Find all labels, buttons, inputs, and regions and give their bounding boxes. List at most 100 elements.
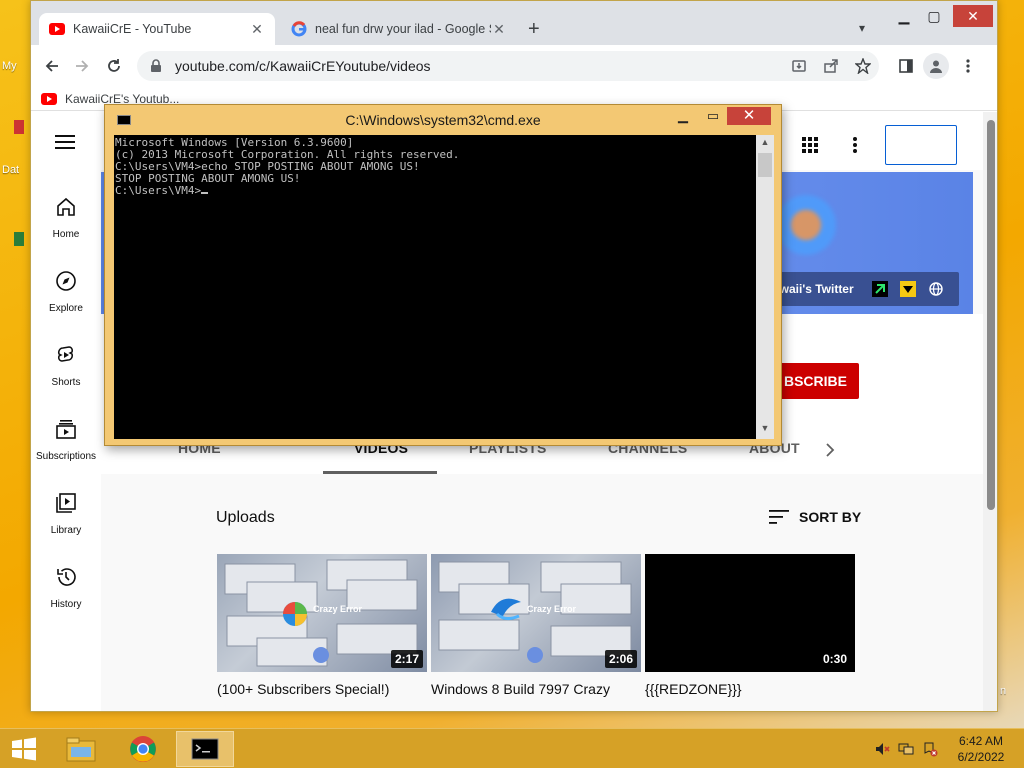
cmd-output: Microsoft Windows [Version 6.3.9600] (c) … — [115, 137, 459, 197]
cmd-taskbar-button[interactable] — [176, 731, 234, 767]
sidebar-item-library[interactable]: Library — [31, 492, 101, 538]
sidebar-item-label: Shorts — [51, 377, 81, 388]
cmd-taskbar-icon — [191, 738, 219, 760]
sign-in-button[interactable] — [885, 125, 957, 165]
chevron-right-icon[interactable] — [825, 442, 835, 458]
more-options-icon[interactable] — [851, 136, 859, 154]
tab-title: neal fun drw your ilad - Google S — [315, 22, 491, 36]
sidebar-item-history[interactable]: History — [31, 566, 101, 612]
cmd-minimize-button[interactable]: ▁ — [671, 107, 695, 125]
chrome-taskbar-button[interactable] — [118, 731, 168, 767]
cmd-prompt: C:\Users\VM4> — [115, 184, 202, 197]
profile-button[interactable] — [923, 53, 949, 79]
chrome-menu-button[interactable] — [955, 53, 981, 79]
maximize-button[interactable]: ▢ — [919, 5, 949, 27]
sidebar-item-label: Explore — [49, 303, 83, 314]
scroll-down-icon[interactable]: ▼ — [756, 423, 774, 433]
apps-grid-icon[interactable] — [801, 136, 819, 154]
start-button[interactable] — [4, 731, 44, 767]
side-panel-icon — [899, 59, 913, 73]
lock-icon — [151, 59, 161, 72]
banner-link-twitter[interactable]: awaii's Twitter — [773, 282, 854, 296]
home-icon — [57, 197, 75, 216]
scrollbar-thumb[interactable] — [987, 120, 995, 510]
youtube-favicon-icon — [41, 92, 57, 105]
desktop-icon[interactable] — [14, 232, 24, 246]
taskbar: 6:42 AM 6/2/2022 — [0, 728, 1024, 768]
kebab-menu-icon — [966, 59, 970, 73]
profile-icon — [930, 60, 942, 73]
active-tab-indicator — [323, 471, 437, 474]
address-text: youtube.com/c/KawaiiCrEYoutube/videos — [175, 58, 431, 74]
back-button[interactable] — [39, 53, 65, 79]
tab-youtube[interactable]: KawaiiCrE - YouTube ✕ — [39, 13, 275, 45]
sidebar-item-label: History — [50, 599, 82, 610]
cmd-maximize-button[interactable]: ▭ — [701, 107, 725, 125]
sidebar-item-label: Library — [50, 525, 82, 536]
network-icon[interactable] — [898, 741, 914, 757]
sidebar-item-home[interactable]: Home — [31, 196, 101, 242]
uploads-heading: Uploads — [216, 509, 275, 526]
file-explorer-button[interactable] — [58, 731, 104, 767]
desktop-icon-label[interactable]: Dat — [2, 164, 19, 176]
volume-muted-icon[interactable] — [874, 741, 890, 757]
install-icon[interactable] — [791, 58, 807, 74]
clock-time: 6:42 AM — [958, 734, 1004, 748]
close-tab-icon[interactable]: ✕ — [249, 21, 265, 38]
system-clock[interactable]: 6:42 AM 6/2/2022 — [944, 733, 1018, 765]
globe-icon[interactable] — [928, 281, 944, 297]
sort-icon — [769, 510, 789, 524]
sidebar-item-label: Home — [52, 229, 80, 240]
action-center-icon[interactable] — [922, 741, 938, 757]
video-thumbnail[interactable]: Crazy Error 2:06 — [431, 554, 641, 672]
sidebar-item-subscriptions[interactable]: Subscriptions — [31, 418, 101, 464]
new-tab-button[interactable]: + — [528, 18, 540, 40]
cmd-console[interactable]: Microsoft Windows [Version 6.3.9600] (c) … — [114, 135, 774, 439]
subscribe-button[interactable]: BSCRIBE — [771, 363, 859, 399]
minimize-button[interactable]: ▁ — [889, 5, 919, 27]
address-bar[interactable]: youtube.com/c/KawaiiCrEYoutube/videos — [137, 51, 879, 81]
reload-button[interactable] — [101, 53, 127, 79]
desktop-icon-label[interactable]: My — [2, 60, 17, 72]
link-yellow-icon[interactable] — [899, 281, 916, 297]
share-icon[interactable] — [823, 58, 839, 74]
cmd-close-button[interactable]: ✕ — [727, 107, 771, 125]
forward-button[interactable] — [69, 53, 95, 79]
bookmark-star-icon[interactable] — [855, 58, 871, 74]
windows-logo-icon — [12, 737, 36, 761]
thumbnail-caption: Crazy Error — [527, 604, 577, 614]
sidebar-item-label: Subscriptions — [35, 451, 97, 462]
browser-toolbar: youtube.com/c/KawaiiCrEYoutube/videos — [31, 45, 997, 87]
tab-google[interactable]: neal fun drw your ilad - Google S ✕ — [281, 13, 517, 45]
sidebar-item-explore[interactable]: Explore — [31, 270, 101, 316]
folder-icon — [66, 737, 96, 762]
sidebar-item-shorts[interactable]: Shorts — [31, 344, 101, 390]
tab-search-chevron-icon[interactable]: ▾ — [859, 21, 865, 35]
page-scrollbar[interactable] — [983, 112, 997, 711]
video-title[interactable]: {{{REDZONE}}} — [645, 681, 742, 697]
cmd-scroll-thumb[interactable] — [758, 153, 772, 177]
forward-arrow-icon — [76, 60, 89, 72]
tab-title: KawaiiCrE - YouTube — [73, 22, 192, 36]
video-title[interactable]: Windows 8 Build 7997 Crazy — [431, 681, 610, 697]
close-tab-icon[interactable]: ✕ — [491, 21, 507, 38]
video-duration: 2:06 — [604, 650, 637, 668]
reload-icon — [108, 59, 120, 72]
desktop-icon[interactable] — [14, 120, 24, 134]
compass-icon — [56, 271, 76, 291]
hamburger-menu-icon[interactable] — [55, 134, 75, 150]
cmd-scrollbar[interactable]: ▲ ▼ — [756, 135, 774, 439]
video-thumbnail[interactable]: Crazy Error 2:17 — [217, 554, 427, 672]
desktop-icon-label[interactable]: n — [1000, 685, 1006, 697]
cmd-window: C:\Windows\system32\cmd.exe ▁ ▭ ✕ Micros… — [104, 104, 782, 446]
library-icon — [56, 493, 76, 513]
sort-by-button[interactable]: SORT BY — [769, 509, 861, 525]
close-window-button[interactable]: ✕ — [953, 5, 993, 27]
sort-by-label: SORT BY — [799, 509, 862, 525]
link-green-icon[interactable] — [871, 281, 888, 297]
scroll-up-icon[interactable]: ▲ — [756, 137, 774, 147]
video-title[interactable]: (100+ Subscribers Special!) — [217, 681, 389, 697]
shorts-icon — [58, 346, 73, 362]
video-thumbnail[interactable]: 0:30 — [645, 554, 855, 672]
side-panel-button[interactable] — [893, 53, 919, 79]
